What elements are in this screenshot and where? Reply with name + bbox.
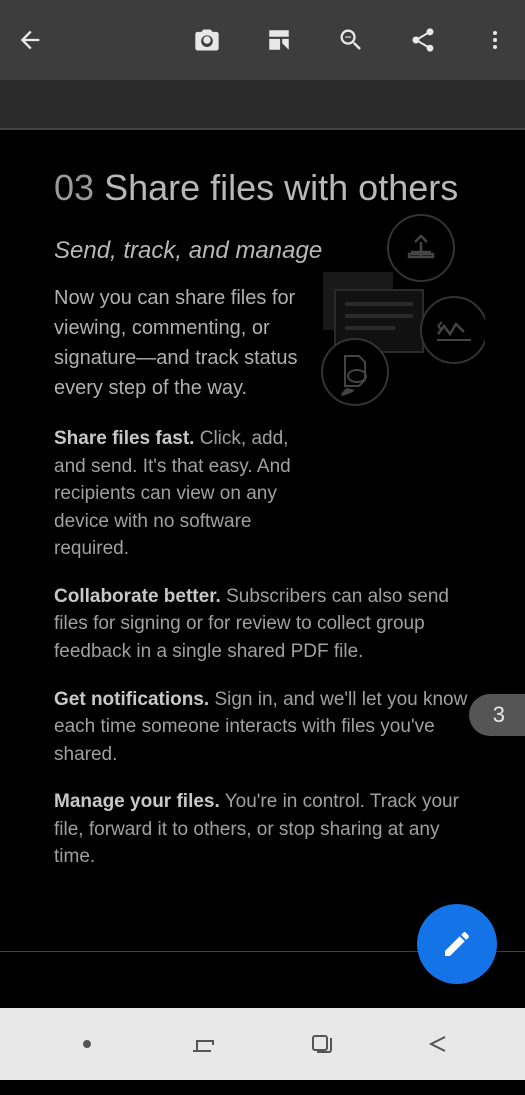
edit-fab[interactable] xyxy=(417,904,497,984)
top-toolbar xyxy=(0,0,525,80)
share-illustration xyxy=(295,212,485,412)
dot-icon xyxy=(83,1040,91,1048)
section-03: 03 Share files with others xyxy=(0,130,525,951)
para-heading: Collaborate better. xyxy=(54,586,221,607)
recents-button[interactable] xyxy=(174,1024,234,1064)
paragraph: Get notifications. Sign in, and we'll le… xyxy=(54,686,471,769)
section-title-text: Share files with others xyxy=(104,167,458,208)
section-number: 03 xyxy=(54,167,94,208)
zoom-out-icon[interactable] xyxy=(337,26,365,54)
page-indicator: 3 xyxy=(469,694,525,736)
para-heading: Get notifications. xyxy=(54,689,209,710)
share-icon[interactable] xyxy=(409,26,437,54)
para-heading: Manage your files. xyxy=(54,791,220,812)
page-layout-icon[interactable] xyxy=(265,26,293,54)
more-icon[interactable] xyxy=(481,26,509,54)
nav-back-button[interactable] xyxy=(408,1024,468,1064)
assistant-button[interactable] xyxy=(57,1024,117,1064)
paragraph: Collaborate better. Subscribers can also… xyxy=(54,583,471,666)
back-button[interactable] xyxy=(16,26,44,54)
section-heading: 03 Share files with others xyxy=(54,166,471,209)
paragraph: Share files fast. Click, add, and send. … xyxy=(54,425,314,563)
para-heading: Share files fast. xyxy=(54,428,194,449)
camera-icon[interactable] xyxy=(193,26,221,54)
system-navbar xyxy=(0,1008,525,1080)
content-gap xyxy=(0,80,525,128)
section-intro: Now you can share files for viewing, com… xyxy=(54,283,314,403)
home-button[interactable] xyxy=(291,1024,351,1064)
paragraph: Manage your files. You're in control. Tr… xyxy=(54,788,471,871)
